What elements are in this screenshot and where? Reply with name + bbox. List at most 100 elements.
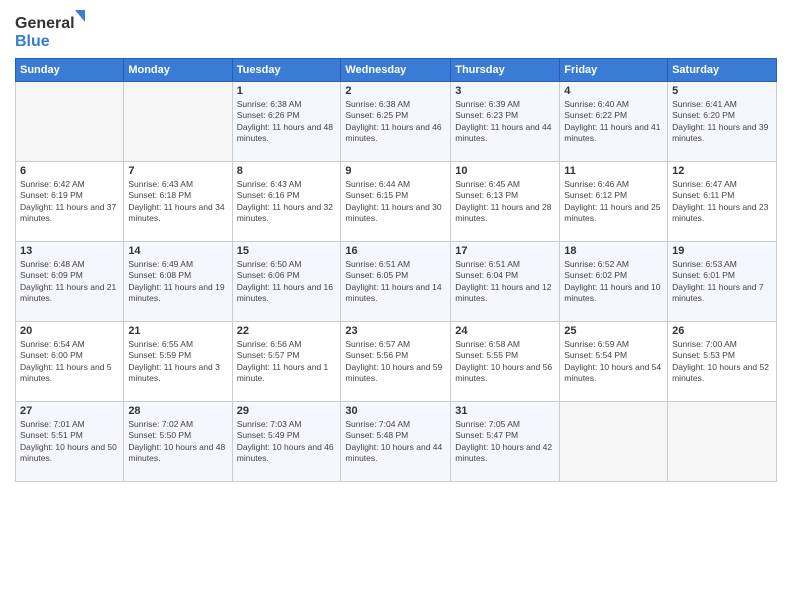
page: GeneralBlue Sunday Monday Tuesday Wednes… [0,0,792,612]
day-info: Sunrise: 6:52 AM Sunset: 6:02 PM Dayligh… [564,259,663,305]
day-number: 18 [564,245,663,257]
calendar-table: Sunday Monday Tuesday Wednesday Thursday… [15,58,777,482]
table-row: 28 Sunrise: 7:02 AM Sunset: 5:50 PM Dayli… [124,402,232,482]
day-info: Sunrise: 6:45 AM Sunset: 6:13 PM Dayligh… [455,179,555,225]
day-info: Sunrise: 6:58 AM Sunset: 5:55 PM Dayligh… [455,339,555,385]
day-info: Sunrise: 6:57 AM Sunset: 5:56 PM Dayligh… [345,339,446,385]
day-number: 3 [455,85,555,97]
table-row: 29 Sunrise: 7:03 AM Sunset: 5:49 PM Dayli… [232,402,341,482]
day-info: Sunrise: 6:53 AM Sunset: 6:01 PM Dayligh… [672,259,772,305]
table-row: 24 Sunrise: 6:58 AM Sunset: 5:55 PM Dayli… [451,322,560,402]
table-row: 9Sunrise: 6:44 AM Sunset: 6:15 PM Daylig… [341,162,451,242]
day-info: Sunrise: 6:40 AM Sunset: 6:22 PM Dayligh… [564,99,663,145]
table-row: 27 Sunrise: 7:01 AM Sunset: 5:51 PM Dayli… [16,402,124,482]
table-row: 14 Sunrise: 6:49 AM Sunset: 6:08 PM Dayli… [124,242,232,322]
calendar-week-row: 13 Sunrise: 6:48 AM Sunset: 6:09 PM Dayli… [16,242,777,322]
day-info: Sunrise: 6:49 AM Sunset: 6:08 PM Dayligh… [128,259,227,305]
svg-text:General: General [15,15,75,32]
day-number: 22 [237,325,337,337]
table-row: 3Sunrise: 6:39 AM Sunset: 6:23 PM Daylig… [451,82,560,162]
table-row: 4Sunrise: 6:40 AM Sunset: 6:22 PM Daylig… [560,82,668,162]
table-row: 20 Sunrise: 6:54 AM Sunset: 6:00 PM Dayli… [16,322,124,402]
day-number: 10 [455,165,555,177]
day-info: Sunrise: 6:41 AM Sunset: 6:20 PM Dayligh… [672,99,772,145]
table-row: 16 Sunrise: 6:51 AM Sunset: 6:05 PM Dayli… [341,242,451,322]
day-number: 27 [20,405,119,417]
table-row: 11Sunrise: 6:46 AM Sunset: 6:12 PM Dayli… [560,162,668,242]
logo: GeneralBlue [15,10,95,52]
calendar-body: 1 Sunrise: 6:38 AM Sunset: 6:26 PM Daylig… [16,82,777,482]
header-thursday: Thursday [451,59,560,82]
day-number: 8 [237,165,337,177]
day-number: 19 [672,245,772,257]
table-row: 2 Sunrise: 6:38 AM Sunset: 6:25 PM Daylig… [341,82,451,162]
day-number: 26 [672,325,772,337]
day-info: Sunrise: 7:04 AM Sunset: 5:48 PM Dayligh… [345,419,446,465]
table-row: 19 Sunrise: 6:53 AM Sunset: 6:01 PM Dayli… [668,242,777,322]
day-info: Sunrise: 6:59 AM Sunset: 5:54 PM Dayligh… [564,339,663,385]
day-number: 30 [345,405,446,417]
logo-svg: GeneralBlue [15,10,95,52]
day-info: Sunrise: 6:50 AM Sunset: 6:06 PM Dayligh… [237,259,337,305]
table-row: 10 Sunrise: 6:45 AM Sunset: 6:13 PM Dayli… [451,162,560,242]
table-row: 18 Sunrise: 6:52 AM Sunset: 6:02 PM Dayli… [560,242,668,322]
weekday-header-row: Sunday Monday Tuesday Wednesday Thursday… [16,59,777,82]
day-number: 16 [345,245,446,257]
table-row: 6 Sunrise: 6:42 AM Sunset: 6:19 PM Daylig… [16,162,124,242]
day-number: 24 [455,325,555,337]
day-info: Sunrise: 6:48 AM Sunset: 6:09 PM Dayligh… [20,259,119,305]
day-info: Sunrise: 6:55 AM Sunset: 5:59 PM Dayligh… [128,339,227,385]
table-row: 25Sunrise: 6:59 AM Sunset: 5:54 PM Dayli… [560,322,668,402]
table-row: 12 Sunrise: 6:47 AM Sunset: 6:11 PM Dayli… [668,162,777,242]
day-info: Sunrise: 6:56 AM Sunset: 5:57 PM Dayligh… [237,339,337,385]
table-row: 8 Sunrise: 6:43 AM Sunset: 6:16 PM Daylig… [232,162,341,242]
day-number: 13 [20,245,119,257]
day-number: 7 [128,165,227,177]
table-row: 13 Sunrise: 6:48 AM Sunset: 6:09 PM Dayli… [16,242,124,322]
table-row: 15 Sunrise: 6:50 AM Sunset: 6:06 PM Dayli… [232,242,341,322]
table-row: 7Sunrise: 6:43 AM Sunset: 6:18 PM Daylig… [124,162,232,242]
day-number: 6 [20,165,119,177]
header-friday: Friday [560,59,668,82]
day-number: 15 [237,245,337,257]
day-info: Sunrise: 6:51 AM Sunset: 6:05 PM Dayligh… [345,259,446,305]
table-row: 22 Sunrise: 6:56 AM Sunset: 5:57 PM Dayli… [232,322,341,402]
table-row: 17 Sunrise: 6:51 AM Sunset: 6:04 PM Dayli… [451,242,560,322]
day-info: Sunrise: 6:42 AM Sunset: 6:19 PM Dayligh… [20,179,119,225]
table-row [16,82,124,162]
table-row: 26Sunrise: 7:00 AM Sunset: 5:53 PM Dayli… [668,322,777,402]
day-number: 20 [20,325,119,337]
day-info: Sunrise: 6:43 AM Sunset: 6:16 PM Dayligh… [237,179,337,225]
day-info: Sunrise: 6:51 AM Sunset: 6:04 PM Dayligh… [455,259,555,305]
day-number: 2 [345,85,446,97]
day-number: 11 [564,165,663,177]
day-info: Sunrise: 6:38 AM Sunset: 6:25 PM Dayligh… [345,99,446,145]
day-number: 14 [128,245,227,257]
table-row [124,82,232,162]
day-number: 31 [455,405,555,417]
calendar-week-row: 1 Sunrise: 6:38 AM Sunset: 6:26 PM Daylig… [16,82,777,162]
calendar-week-row: 27 Sunrise: 7:01 AM Sunset: 5:51 PM Dayli… [16,402,777,482]
day-number: 17 [455,245,555,257]
day-number: 1 [237,85,337,97]
day-info: Sunrise: 7:01 AM Sunset: 5:51 PM Dayligh… [20,419,119,465]
day-info: Sunrise: 7:03 AM Sunset: 5:49 PM Dayligh… [237,419,337,465]
header-saturday: Saturday [668,59,777,82]
svg-text:Blue: Blue [15,33,50,50]
calendar-week-row: 6 Sunrise: 6:42 AM Sunset: 6:19 PM Daylig… [16,162,777,242]
day-info: Sunrise: 7:05 AM Sunset: 5:47 PM Dayligh… [455,419,555,465]
day-info: Sunrise: 6:54 AM Sunset: 6:00 PM Dayligh… [20,339,119,385]
day-number: 29 [237,405,337,417]
header-wednesday: Wednesday [341,59,451,82]
day-info: Sunrise: 7:02 AM Sunset: 5:50 PM Dayligh… [128,419,227,465]
day-number: 21 [128,325,227,337]
table-row: 1 Sunrise: 6:38 AM Sunset: 6:26 PM Daylig… [232,82,341,162]
day-number: 28 [128,405,227,417]
table-row [668,402,777,482]
table-row [560,402,668,482]
day-info: Sunrise: 6:47 AM Sunset: 6:11 PM Dayligh… [672,179,772,225]
table-row: 5Sunrise: 6:41 AM Sunset: 6:20 PM Daylig… [668,82,777,162]
header-monday: Monday [124,59,232,82]
day-info: Sunrise: 6:38 AM Sunset: 6:26 PM Dayligh… [237,99,337,145]
day-number: 12 [672,165,772,177]
